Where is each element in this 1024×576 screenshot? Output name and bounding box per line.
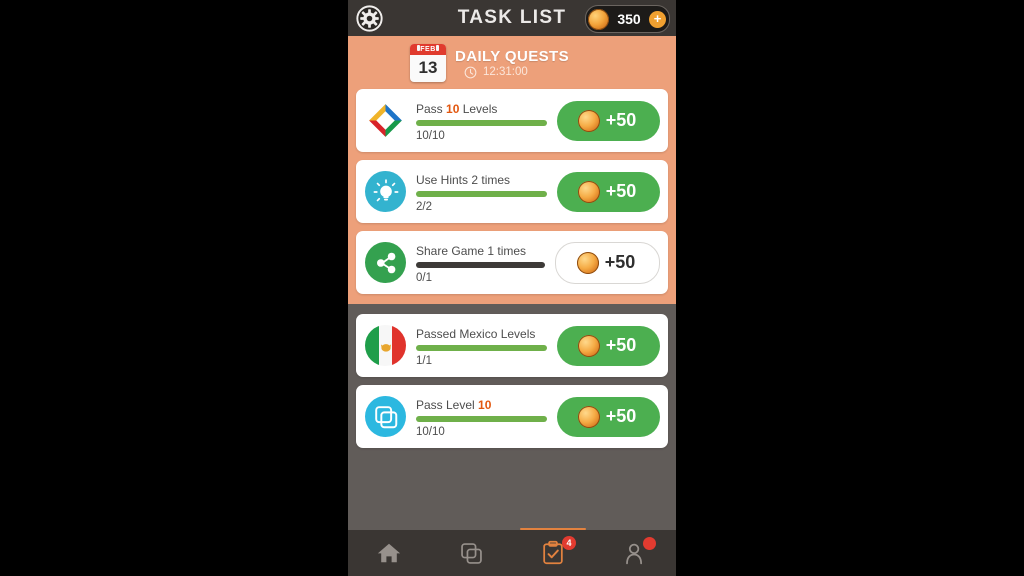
daily-quests-timer: 12:31:00	[455, 66, 569, 79]
coin-icon	[577, 405, 600, 428]
coin-count: 350	[617, 11, 641, 27]
task-row[interactable]: Passed Mexico Levels 1/1 +50	[356, 314, 668, 377]
task-progress-bar	[416, 190, 547, 197]
task-title: Passed Mexico Levels	[416, 326, 536, 341]
daily-quests-titles: DAILY QUESTS 12:31:00	[455, 48, 569, 79]
task-progress-text: 10/10	[416, 425, 445, 438]
coin-icon	[577, 334, 600, 357]
task-body: Passed Mexico Levels 1/1	[416, 325, 547, 367]
top-bar: TASK LIST 350 +	[348, 0, 676, 36]
task-progress-text: 1/1	[416, 354, 432, 367]
task-title: Use Hints 2 times	[416, 172, 511, 187]
task-title: Pass 10 Levels	[416, 101, 498, 116]
reward-amount: +50	[605, 335, 637, 355]
claim-reward-button[interactable]: +50	[557, 325, 660, 366]
profile-notification-dot	[643, 537, 656, 550]
task-progress-bar	[416, 261, 545, 268]
coin-icon	[576, 251, 599, 274]
layers-icon	[365, 396, 406, 437]
coin-icon	[588, 8, 609, 30]
task-body: Share Game 1 times 0/1	[416, 242, 545, 284]
nav-item-profile[interactable]	[594, 530, 676, 576]
tasks-badge: 4	[562, 536, 576, 550]
add-coins-button[interactable]: +	[649, 10, 666, 28]
coin-balance[interactable]: 350 +	[585, 5, 670, 33]
calendar-icon: FEB 13	[410, 44, 446, 82]
task-row[interactable]: Pass 10 Levels 10/10 +50	[356, 89, 668, 152]
daily-quests-section: FEB 13 DAILY QUESTS 12:31:00 Pass 10 Lev…	[348, 36, 676, 304]
task-body: Pass Level 10 10/10	[416, 396, 547, 438]
timer-text: 12:31:00	[483, 66, 528, 78]
task-progress-bar	[416, 344, 547, 351]
claim-reward-button[interactable]: +50	[557, 396, 660, 437]
coin-icon	[577, 180, 600, 203]
home-icon	[377, 543, 401, 563]
calendar-ring-left	[417, 45, 420, 51]
task-row[interactable]: Pass Level 10 10/10 +50	[356, 385, 668, 448]
task-progress-text: 2/2	[416, 200, 432, 213]
bottom-navigation: 4	[348, 530, 676, 576]
task-body: Use Hints 2 times 2/2	[416, 171, 547, 213]
nav-item-home[interactable]	[348, 530, 430, 576]
reward-amount: +50	[605, 181, 637, 201]
task-progress-text: 10/10	[416, 129, 445, 142]
lightbulb-icon	[365, 171, 406, 212]
daily-task-list: Pass 10 Levels 10/10 +50 Use Hints 2 tim…	[348, 89, 676, 294]
reward-amount: +50	[605, 110, 637, 130]
reward-amount: +50	[604, 252, 636, 272]
daily-quests-header: FEB 13 DAILY QUESTS 12:31:00	[348, 36, 676, 89]
daily-quests-title: DAILY QUESTS	[455, 47, 569, 65]
layers-icon	[460, 542, 482, 564]
task-body: Pass 10 Levels 10/10	[416, 100, 547, 142]
claim-reward-button[interactable]: +50	[555, 241, 660, 284]
task-progress-bar	[416, 415, 547, 422]
diamond-pinwheel-icon	[365, 100, 406, 141]
reward-amount: +50	[605, 406, 637, 426]
clock-icon	[464, 66, 477, 78]
screen: TASK LIST 350 + FEB 13 DAILY QUESTS 12:3…	[0, 0, 1024, 576]
task-row[interactable]: Use Hints 2 times 2/2 +50	[356, 160, 668, 223]
claim-reward-button[interactable]: +50	[557, 100, 660, 141]
share-icon	[365, 242, 406, 283]
app-viewport: TASK LIST 350 + FEB 13 DAILY QUESTS 12:3…	[348, 0, 676, 576]
mexico-flag-icon	[365, 325, 406, 366]
task-progress-bar	[416, 119, 547, 126]
task-row[interactable]: Share Game 1 times 0/1 +50	[356, 231, 668, 294]
task-title: Pass Level 10	[416, 397, 492, 412]
nav-item-tasks[interactable]: 4	[512, 530, 594, 576]
claim-reward-button[interactable]: +50	[557, 171, 660, 212]
calendar-ring-right	[436, 45, 439, 51]
other-task-list: Passed Mexico Levels 1/1 +50 Pass Level …	[348, 304, 676, 448]
task-title: Share Game 1 times	[416, 243, 527, 258]
coin-icon	[577, 109, 600, 132]
calendar-day: 13	[418, 58, 438, 77]
calendar-month: FEB	[410, 44, 446, 55]
task-progress-text: 0/1	[416, 271, 432, 284]
nav-item-layers[interactable]	[430, 530, 512, 576]
